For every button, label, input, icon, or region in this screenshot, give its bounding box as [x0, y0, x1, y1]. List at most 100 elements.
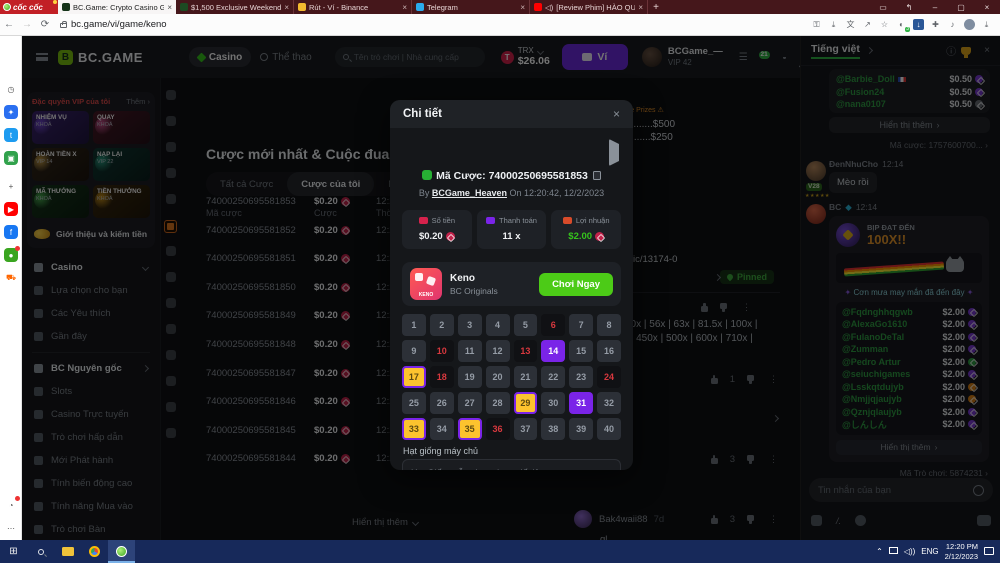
keno-number[interactable]: 27 [458, 392, 482, 414]
keno-number[interactable]: 15 [569, 340, 593, 362]
browser-tab[interactable]: ◁)[Review Phim] HÀO QUA× [530, 0, 648, 14]
action-center-icon[interactable] [984, 547, 994, 557]
modal-close-icon[interactable]: × [613, 107, 620, 121]
keno-number[interactable]: 16 [597, 340, 621, 362]
profile-avatar[interactable] [964, 19, 975, 30]
keno-number[interactable]: 9 [402, 340, 426, 362]
keno-number[interactable]: 28 [486, 392, 510, 414]
forward-icon[interactable]: → [18, 19, 36, 30]
more-icon[interactable]: ⋯ [4, 521, 18, 535]
history-icon[interactable]: ◷ [4, 82, 18, 96]
browser-tab[interactable]: Rút - Ví - Binance× [294, 0, 412, 14]
keno-number[interactable]: 11 [458, 340, 482, 362]
adblock-icon[interactable]: ◐3 [896, 19, 907, 30]
messenger-icon[interactable]: ✦ [4, 105, 18, 119]
tab-close-icon[interactable]: × [638, 3, 643, 12]
keno-number[interactable]: 20 [486, 366, 510, 388]
bookmark-star-icon[interactable]: ☆ [879, 19, 890, 30]
translate-icon[interactable]: 文 [845, 19, 856, 30]
keno-number[interactable]: 12 [486, 340, 510, 362]
facebook-icon[interactable]: f [4, 225, 18, 239]
chrome-icon[interactable] [81, 540, 108, 563]
reload-icon[interactable]: ⟳ [36, 19, 54, 30]
keno-number-hit[interactable]: 29 [514, 392, 538, 414]
keno-number-hit[interactable]: 33 [402, 418, 426, 440]
browser-tab[interactable]: Telegram× [412, 0, 530, 14]
keno-number[interactable]: 40 [597, 418, 621, 440]
copy-icon[interactable] [593, 171, 601, 180]
key-icon[interactable]: ⚿ [811, 19, 822, 30]
media-icon[interactable]: ♪ [947, 19, 958, 30]
file-explorer-icon[interactable] [54, 540, 81, 563]
keno-number[interactable]: 22 [541, 366, 565, 388]
keno-number[interactable]: 37 [514, 418, 538, 440]
share-page-icon[interactable]: ↗ [862, 19, 873, 30]
keno-number-drawn[interactable]: 6 [541, 314, 565, 336]
close-button[interactable]: × [974, 3, 1000, 12]
keno-number-drawn[interactable]: 18 [430, 366, 454, 388]
keno-number-selected[interactable]: 31 [569, 392, 593, 414]
server-seed-value[interactable]: Hạt Giống vẫn chưa được tiết lộ [402, 459, 621, 470]
keno-number[interactable]: 21 [514, 366, 538, 388]
volume-icon[interactable]: ◁)) [904, 547, 915, 556]
twitter-icon[interactable]: t [4, 128, 18, 142]
taskbar-clock[interactable]: 12:20 PM2/12/2023 [945, 542, 978, 561]
keno-number[interactable]: 25 [402, 392, 426, 414]
tab-close-icon[interactable]: × [520, 3, 525, 12]
keno-number[interactable]: 38 [541, 418, 565, 440]
keno-number-drawn[interactable]: 13 [514, 340, 538, 362]
keno-number[interactable]: 30 [541, 392, 565, 414]
youtube-icon[interactable]: ▶ [4, 202, 18, 216]
keno-number[interactable]: 1 [402, 314, 426, 336]
keno-number[interactable]: 2 [430, 314, 454, 336]
downloads-icon[interactable]: ⤓ [981, 19, 992, 30]
keno-number[interactable]: 23 [569, 366, 593, 388]
new-tab-button[interactable]: + [648, 0, 664, 14]
keno-number-drawn[interactable]: 24 [597, 366, 621, 388]
url-field[interactable]: bc.game/vi/game/keno [60, 19, 811, 30]
reader-mode-icon[interactable]: ▭ [870, 3, 896, 12]
extensions-icon[interactable]: ✚ [930, 19, 941, 30]
add-icon[interactable]: + [4, 179, 18, 193]
minimize-button[interactable]: – [922, 3, 948, 12]
tab-close-icon[interactable]: × [167, 3, 172, 12]
back-icon[interactable]: ← [0, 19, 18, 30]
games-icon[interactable]: ▣ [4, 151, 18, 165]
back-panel-icon[interactable]: ↰ [896, 3, 922, 12]
tab-close-icon[interactable]: × [402, 3, 407, 12]
taskbar-search-icon[interactable] [27, 540, 54, 563]
keno-number[interactable]: 4 [486, 314, 510, 336]
tray-chevron-icon[interactable]: ⌃ [876, 547, 883, 556]
keno-number[interactable]: 3 [458, 314, 482, 336]
keno-number[interactable]: 26 [430, 392, 454, 414]
browser-tab[interactable]: BC.Game: Crypto Casino Gan× [58, 0, 176, 14]
keno-number[interactable]: 5 [514, 314, 538, 336]
network-icon[interactable] [889, 547, 898, 556]
keno-number-drawn[interactable]: 36 [486, 418, 510, 440]
bell-icon[interactable]: ◔ [4, 498, 18, 512]
maximize-button[interactable]: ▢ [948, 3, 974, 12]
start-button[interactable]: ⊞ [0, 540, 27, 563]
keno-number[interactable]: 39 [569, 418, 593, 440]
share-icon[interactable] [609, 144, 619, 162]
keno-number-hit[interactable]: 35 [458, 418, 482, 440]
author-link[interactable]: BCGame_Heaven [432, 188, 507, 198]
keno-number-selected[interactable]: 14 [541, 340, 565, 362]
keno-number[interactable]: 34 [430, 418, 454, 440]
tab-audio-icon[interactable]: ◁) [545, 3, 553, 12]
coccoc-icon[interactable]: ● [4, 248, 18, 262]
keno-number[interactable]: 32 [597, 392, 621, 414]
keno-number[interactable]: 19 [458, 366, 482, 388]
language-indicator[interactable]: ENG [921, 547, 938, 556]
cart-icon[interactable]: ⛟ [4, 271, 18, 285]
browser-tab[interactable]: $1,500 Exclusive Weekend K× [176, 0, 294, 14]
downloader-icon[interactable]: ↓ [913, 19, 924, 30]
keno-number[interactable]: 7 [569, 314, 593, 336]
keno-number-drawn[interactable]: 10 [430, 340, 454, 362]
tab-close-icon[interactable]: × [284, 3, 289, 12]
save-icon[interactable]: ⤓ [828, 19, 839, 30]
play-now-button[interactable]: Chơi Ngay [539, 273, 613, 296]
coccoc-taskbar-icon[interactable] [108, 540, 135, 563]
keno-number[interactable]: 8 [597, 314, 621, 336]
keno-number-hit[interactable]: 17 [402, 366, 426, 388]
